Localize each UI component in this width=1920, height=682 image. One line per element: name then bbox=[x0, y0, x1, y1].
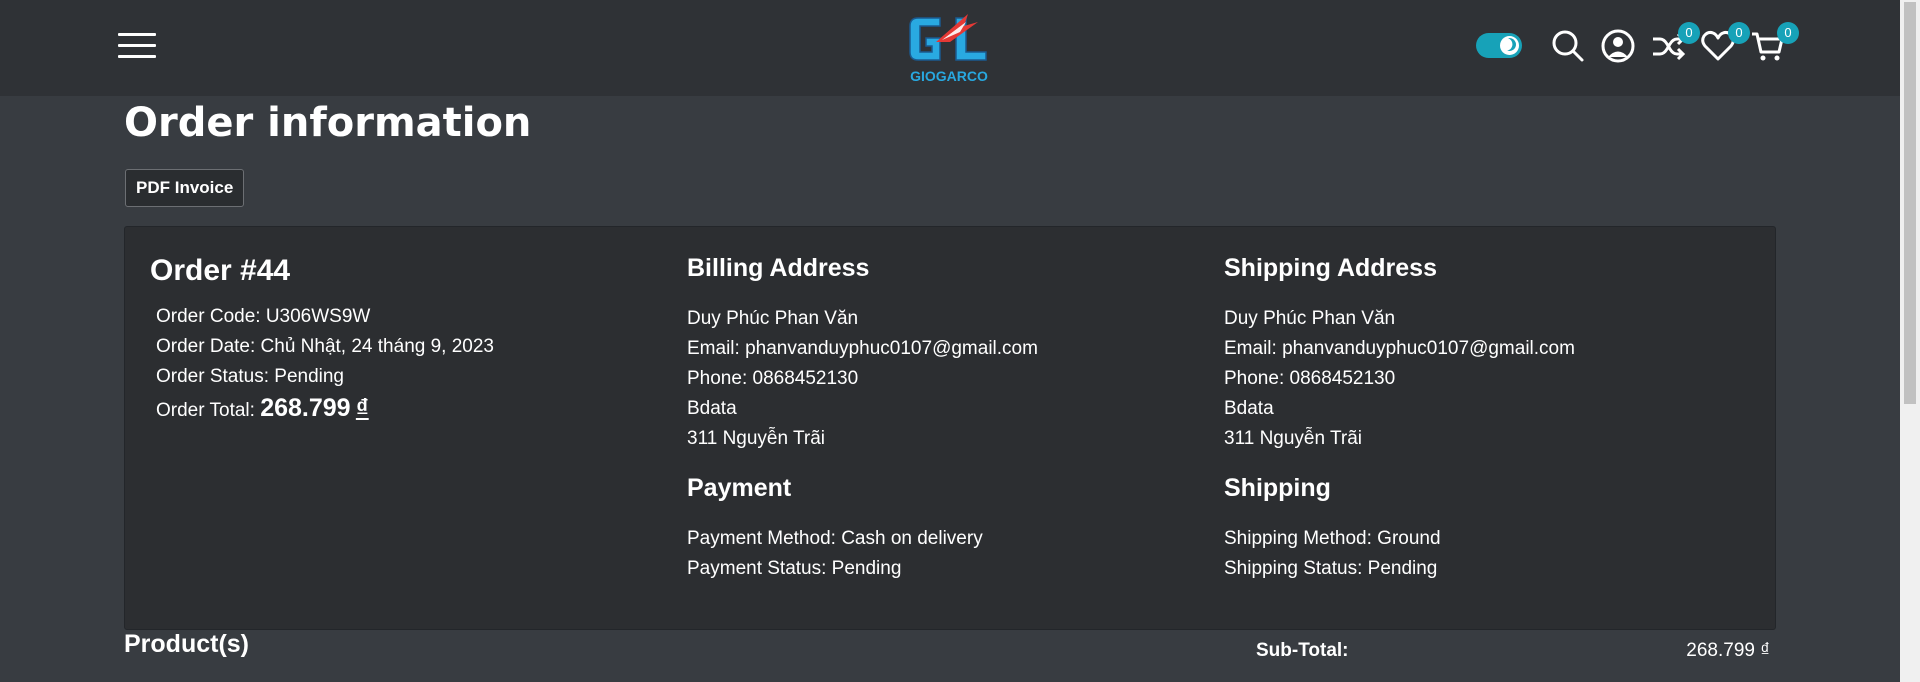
shipping-heading: Shipping bbox=[1224, 474, 1331, 502]
order-total-label: Order Total: bbox=[156, 400, 255, 421]
order-total-currency: ₫ bbox=[355, 394, 369, 422]
order-date: Order Date: Chủ Nhật, 24 tháng 9, 2023 bbox=[156, 336, 494, 357]
order-total: Order Total: 268.799 ₫ bbox=[156, 394, 369, 423]
compare-count-badge: 0 bbox=[1678, 22, 1700, 44]
site-logo[interactable]: GIOGARCO bbox=[906, 12, 992, 84]
payment-status: Payment Status: Pending bbox=[687, 558, 902, 579]
order-title: Order #44 bbox=[150, 254, 291, 287]
moon-icon bbox=[1500, 36, 1519, 55]
order-total-value: 268.799 bbox=[260, 394, 351, 422]
user-icon[interactable] bbox=[1600, 28, 1636, 64]
shipping-method: Shipping Method: Ground bbox=[1224, 528, 1441, 549]
order-code: Order Code: U306WS9W bbox=[156, 306, 371, 327]
theme-toggle[interactable] bbox=[1476, 33, 1522, 58]
scrollbar-thumb[interactable] bbox=[1904, 2, 1916, 404]
billing-address-heading: Billing Address bbox=[687, 254, 870, 282]
order-details-card bbox=[124, 226, 1776, 630]
cart-count-badge: 0 bbox=[1777, 22, 1799, 44]
menu-icon[interactable] bbox=[118, 33, 156, 60]
page-title: Order information bbox=[124, 100, 532, 146]
subtotal-value: 268.799 ₫ bbox=[1686, 640, 1770, 661]
site-header: GIOGARCO 0 0 0 bbox=[0, 0, 1900, 96]
shipping-street: 311 Nguyễn Trãi bbox=[1224, 428, 1363, 449]
shipping-company: Bdata bbox=[1224, 398, 1274, 419]
search-icon[interactable] bbox=[1550, 28, 1586, 64]
pdf-invoice-button[interactable]: PDF Invoice bbox=[125, 169, 245, 207]
billing-email: Email: phanvanduyphuc0107@gmail.com bbox=[687, 338, 1038, 359]
billing-phone: Phone: 0868452130 bbox=[687, 368, 859, 389]
shipping-name: Duy Phúc Phan Văn bbox=[1224, 308, 1396, 329]
billing-name: Duy Phúc Phan Văn bbox=[687, 308, 859, 329]
order-status: Order Status: Pending bbox=[156, 366, 344, 387]
shipping-status: Shipping Status: Pending bbox=[1224, 558, 1438, 579]
logo-text: GIOGARCO bbox=[910, 68, 988, 84]
shipping-address-heading: Shipping Address bbox=[1224, 254, 1437, 282]
products-heading: Product(s) bbox=[124, 630, 249, 658]
billing-street: 311 Nguyễn Trãi bbox=[687, 428, 826, 449]
page-scrollbar[interactable] bbox=[1900, 0, 1920, 682]
payment-heading: Payment bbox=[687, 474, 792, 502]
wishlist-count-badge: 0 bbox=[1728, 22, 1750, 44]
shipping-email: Email: phanvanduyphuc0107@gmail.com bbox=[1224, 338, 1575, 359]
logo-mark-icon bbox=[909, 14, 987, 61]
subtotal-label: Sub-Total: bbox=[1256, 640, 1349, 661]
billing-company: Bdata bbox=[687, 398, 737, 419]
shipping-phone: Phone: 0868452130 bbox=[1224, 368, 1396, 389]
payment-method: Payment Method: Cash on delivery bbox=[687, 528, 983, 549]
